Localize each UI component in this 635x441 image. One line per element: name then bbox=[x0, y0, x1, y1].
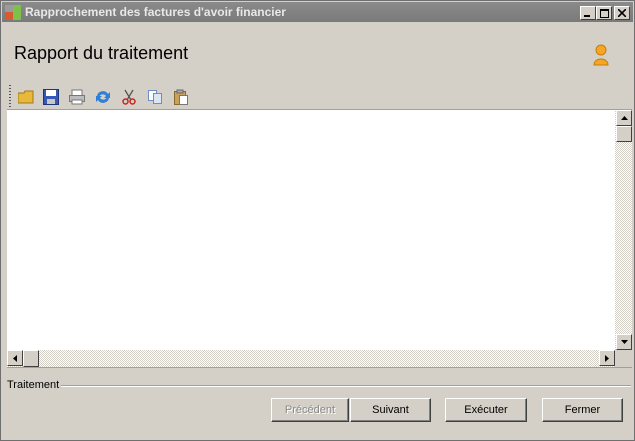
execute-button[interactable]: Exécuter bbox=[445, 398, 527, 422]
cut-button[interactable] bbox=[120, 88, 138, 106]
window-title: Rapprochement des factures d'avoir finan… bbox=[25, 5, 286, 19]
print-button[interactable] bbox=[68, 88, 86, 106]
open-folder-icon bbox=[18, 90, 34, 104]
horizontal-scrollbar[interactable] bbox=[7, 350, 615, 367]
user-icon bbox=[593, 44, 609, 66]
title-bar[interactable]: Rapprochement des factures d'avoir finan… bbox=[2, 2, 633, 22]
app-icon bbox=[5, 5, 21, 20]
maximize-button[interactable] bbox=[596, 6, 612, 20]
chevron-right-icon bbox=[605, 354, 609, 362]
paste-icon bbox=[174, 89, 188, 105]
status-strip bbox=[7, 367, 632, 377]
copy-button[interactable] bbox=[146, 88, 164, 106]
scroll-up-button[interactable] bbox=[616, 110, 632, 126]
minimize-icon bbox=[584, 15, 590, 17]
refresh-button[interactable] bbox=[94, 88, 112, 106]
scrollbar-corner bbox=[615, 350, 632, 367]
close-window-button[interactable] bbox=[614, 6, 630, 20]
paste-button[interactable] bbox=[172, 88, 190, 106]
vertical-scrollbar[interactable] bbox=[615, 110, 632, 350]
horizontal-scroll-thumb[interactable] bbox=[23, 350, 39, 367]
group-divider bbox=[61, 385, 631, 387]
save-icon bbox=[43, 89, 59, 105]
chevron-down-icon bbox=[620, 340, 628, 344]
copy-icon bbox=[148, 90, 162, 104]
next-button[interactable]: Suivant bbox=[350, 398, 431, 422]
open-folder-button[interactable] bbox=[17, 88, 35, 106]
toolbar bbox=[8, 85, 208, 109]
scroll-right-button[interactable] bbox=[599, 350, 615, 366]
scroll-left-button[interactable] bbox=[7, 350, 23, 366]
print-icon bbox=[69, 89, 85, 105]
maximize-icon bbox=[599, 8, 609, 18]
save-button[interactable] bbox=[42, 88, 60, 106]
close-icon bbox=[618, 9, 626, 17]
group-label: Traitement bbox=[7, 379, 62, 391]
dialog-window: Rapprochement des factures d'avoir finan… bbox=[0, 0, 635, 441]
chevron-left-icon bbox=[13, 354, 17, 362]
refresh-icon bbox=[96, 91, 110, 103]
chevron-up-icon bbox=[620, 116, 628, 120]
page-title: Rapport du traitement bbox=[14, 43, 189, 63]
close-button[interactable]: Fermer bbox=[542, 398, 623, 422]
toolbar-grip[interactable] bbox=[9, 85, 11, 107]
cut-icon bbox=[122, 89, 136, 105]
minimize-button[interactable] bbox=[580, 6, 596, 20]
report-text-area[interactable] bbox=[7, 109, 632, 367]
scroll-down-button[interactable] bbox=[616, 334, 632, 350]
vertical-scroll-thumb[interactable] bbox=[616, 126, 632, 142]
previous-button[interactable]: Précédent bbox=[271, 398, 349, 422]
